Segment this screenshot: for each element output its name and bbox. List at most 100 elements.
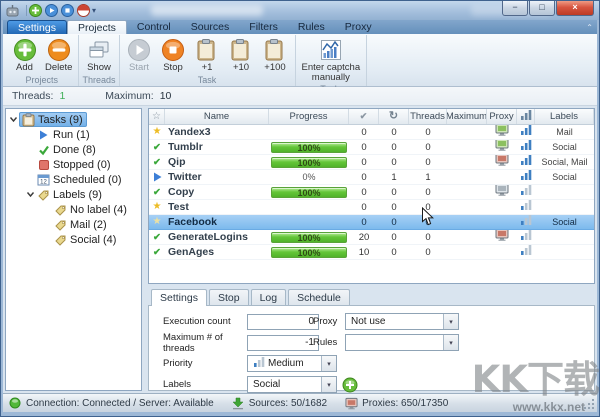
tree-item-label: Run (1) — [53, 128, 90, 141]
field-dropdown[interactable]: Social ▾ — [247, 376, 337, 393]
cell-priority — [517, 215, 535, 230]
tree-item-tasks[interactable]: Tasks (9) — [6, 112, 141, 127]
+1-button[interactable]: +1 — [191, 37, 224, 74]
task-row[interactable]: ✔ GenerateLogins 100% 20 0 0 — [149, 229, 594, 245]
cell-value: 0 — [425, 216, 431, 228]
dropdown-value: Social — [248, 379, 321, 390]
tree-expand-icon[interactable] — [25, 190, 36, 199]
dropdown-text: Not use — [351, 316, 386, 327]
delete-button[interactable]: Delete — [42, 37, 75, 74]
tree-item-stopped[interactable]: Stopped (0) — [6, 157, 141, 172]
column-header-done[interactable]: ✔ — [349, 109, 379, 124]
tree-item-label: Done (8) — [53, 143, 96, 156]
captcha-icon — [319, 38, 343, 62]
tab-settings[interactable]: Settings — [7, 20, 67, 34]
detail-tab-log[interactable]: Log — [250, 289, 287, 306]
column-header-retry[interactable]: ↻ — [379, 109, 409, 124]
qat-flag-icon[interactable] — [77, 4, 90, 17]
task-row[interactable]: ★ Yandex3 0 0 0 Mail — [149, 125, 594, 140]
cell-done: 0 — [349, 140, 379, 155]
field-dropdown[interactable]: Medium ▾ — [247, 355, 337, 372]
column-header-priority[interactable] — [517, 109, 535, 124]
task-row[interactable]: ✔ Tumblr 100% 0 0 0 Social — [149, 139, 594, 155]
tree-item-labels[interactable]: Labels (9) — [6, 187, 141, 202]
hdr-star: ☆ — [152, 111, 161, 122]
proxy-icon — [495, 229, 509, 245]
column-header-maximum[interactable]: Maximum — [447, 109, 487, 124]
column-header-progress[interactable]: Progress — [269, 109, 349, 124]
qat-stop-icon[interactable] — [61, 4, 74, 17]
minimize-button[interactable]: − — [502, 1, 528, 16]
qat-add-icon[interactable] — [29, 4, 42, 17]
task-row[interactable]: ✔ Copy 100% 0 0 0 — [149, 184, 594, 200]
column-header-labels[interactable]: Labels — [535, 109, 594, 124]
dropdown-arrow-button[interactable]: ▾ — [321, 377, 336, 392]
add-button[interactable]: Add — [8, 37, 41, 74]
detail-tab-schedule[interactable]: Schedule — [288, 289, 350, 306]
show-button[interactable]: Show — [82, 37, 115, 74]
tab-rules[interactable]: Rules — [288, 20, 335, 34]
dropdown-text: Medium — [268, 358, 304, 369]
tree-item-social[interactable]: Social (4) — [6, 232, 141, 247]
dropdown-arrow-button[interactable]: ▾ — [321, 356, 336, 371]
threads-value: 1 — [59, 90, 66, 102]
+100-button[interactable]: +100 — [259, 37, 292, 74]
task-row[interactable]: ★ Facebook 0 0 0 Social — [149, 215, 594, 230]
cell-progress: 100% — [269, 155, 349, 170]
tasks-icon — [21, 112, 36, 127]
cell-value: 0 — [391, 231, 397, 243]
resize-grip[interactable] — [583, 398, 595, 410]
tree-item-mail[interactable]: Mail (2) — [6, 217, 141, 232]
field-dropdown[interactable]: ▾ — [345, 334, 459, 351]
qat-separator — [26, 5, 27, 16]
column-header-proxy[interactable]: Proxy — [487, 109, 517, 124]
cell-labels: Social, Mail — [535, 155, 594, 170]
column-header-name[interactable]: Name — [165, 109, 269, 124]
tree-item-scheduled[interactable]: 12 Scheduled (0) — [6, 172, 141, 187]
close-button[interactable]: × — [556, 1, 594, 16]
tree-item-label: Stopped (0) — [53, 158, 111, 171]
tree-item-no[interactable]: No label (4) — [6, 202, 141, 217]
tree-expand-icon[interactable] — [8, 115, 19, 124]
show-icon — [87, 38, 111, 62]
tab-filters[interactable]: Filters — [239, 20, 288, 34]
dropdown-arrow-button[interactable]: ▾ — [443, 335, 458, 350]
cell-labels: Social — [535, 140, 594, 155]
detail-tab-settings[interactable]: Settings — [151, 289, 207, 306]
tab-sources[interactable]: Sources — [181, 20, 240, 34]
ribbon-collapse-icon[interactable]: ⌃ — [586, 23, 593, 32]
qat-dropdown-icon[interactable]: ▾ — [92, 6, 96, 15]
tree-item-done[interactable]: Done (8) — [6, 142, 141, 157]
cell-progress — [269, 125, 349, 140]
add-label-button[interactable] — [342, 377, 358, 393]
column-header-threads[interactable]: Threads — [409, 109, 447, 124]
tab-projects[interactable]: Projects — [66, 20, 127, 34]
task-row[interactable]: ✔ GenAges 100% 10 0 0 — [149, 245, 594, 260]
maximum-label: Maximum: — [105, 90, 154, 102]
+10-button[interactable]: +10 — [225, 37, 258, 74]
column-header-state[interactable]: ☆ — [149, 109, 165, 124]
enter-captcha-button[interactable]: Enter captcha manually — [299, 37, 364, 84]
task-row[interactable]: ✔ Qip 100% 0 0 0 Social, Mail — [149, 154, 594, 170]
tab-control[interactable]: Control — [127, 20, 181, 34]
field-dropdown[interactable]: Not use ▾ — [345, 313, 459, 330]
field-rules: Rules ▾ — [313, 334, 459, 351]
status-connection: Connection: Connected / Server: Availabl… — [9, 397, 214, 409]
dropdown-arrow-button[interactable]: ▾ — [443, 314, 458, 329]
cell-value: 0 — [391, 186, 397, 198]
task-row[interactable]: Twitter 0% 0 1 1 Social — [149, 170, 594, 185]
stop-button[interactable]: Stop — [157, 37, 190, 74]
tree-item-run[interactable]: Run (1) — [6, 127, 141, 142]
field-input[interactable] — [247, 334, 319, 351]
cell-name: Yandex3 — [168, 126, 211, 138]
qat-run-icon[interactable] — [45, 4, 58, 17]
task-row[interactable]: ★ Test 0 0 0 — [149, 200, 594, 215]
maximize-button[interactable]: □ — [529, 1, 555, 16]
cell-labels — [535, 230, 594, 245]
field-input[interactable] — [247, 313, 319, 330]
tab-proxy[interactable]: Proxy — [335, 20, 382, 34]
cell-value: 0 — [425, 156, 431, 168]
labels-value: Social — [552, 172, 577, 182]
field-label: Labels — [163, 379, 191, 390]
detail-tab-stop[interactable]: Stop — [208, 289, 249, 306]
